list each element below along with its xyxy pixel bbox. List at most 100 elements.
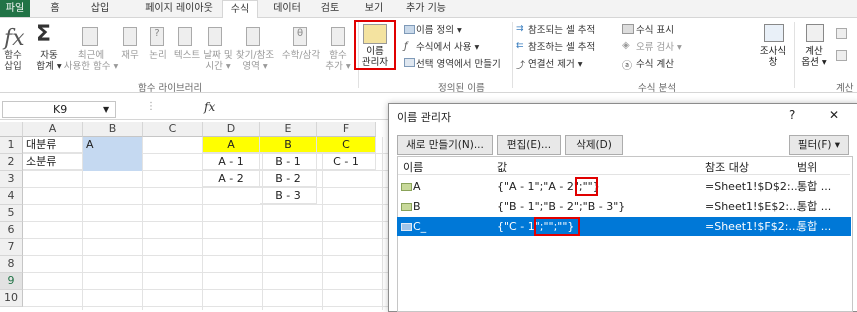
tab-view[interactable]: 보기 [360, 0, 388, 17]
trace-dependents-button[interactable]: 참조하는 셀 추적 [528, 39, 595, 53]
column-header-a[interactable]: A [23, 122, 83, 137]
watch-window-button[interactable]: 조사식 창 [756, 46, 790, 68]
create-from-selection-button[interactable]: 선택 영역에서 만들기 [416, 56, 501, 70]
trace-precedents-button[interactable]: 참조되는 셀 추적 [528, 22, 595, 36]
refers-to-a: =Sheet1!$D$2:... [705, 180, 802, 193]
row-header-5[interactable]: 5 [0, 205, 23, 222]
row-header-4[interactable]: 4 [0, 188, 23, 205]
tab-file[interactable]: 파일 [0, 0, 30, 17]
close-button[interactable]: ✕ [829, 108, 839, 122]
fx-icon: fx [4, 26, 25, 51]
column-header-b[interactable]: B [83, 122, 143, 137]
column-header-f[interactable]: F [317, 122, 376, 137]
create-from-selection-icon [404, 58, 415, 67]
select-all-corner[interactable] [0, 122, 23, 137]
trace-dependents-icon: ⇇ [516, 41, 524, 51]
insert-function-button[interactable]: 함수 삽입 [2, 50, 24, 72]
calculate-now-icon [836, 28, 847, 39]
row-header-1[interactable]: 1 [0, 137, 23, 154]
cell-b1[interactable]: A [83, 137, 143, 153]
text-functions-button[interactable]: 텍스트 [170, 50, 204, 61]
row-header-2[interactable]: 2 [0, 154, 23, 171]
cell-e1[interactable]: B [260, 137, 317, 153]
refers-to-c: =Sheet1!$F$2:... [705, 220, 799, 233]
calculate-sheet-icon [836, 50, 847, 61]
column-header-d[interactable]: D [203, 122, 260, 137]
scope-c: 통합 ... [797, 220, 832, 233]
error-checking-button[interactable]: 오류 검사 ▾ [636, 39, 682, 53]
tab-data[interactable]: 데이터 [268, 0, 306, 17]
delete-name-button[interactable]: 삭제(D) [565, 135, 623, 155]
column-value-header[interactable]: 값 [497, 159, 507, 175]
financial-button[interactable]: 재무 [118, 50, 142, 61]
cell-e3[interactable]: B - 2 [260, 171, 317, 187]
help-button[interactable]: ? [789, 108, 795, 122]
row-header-7[interactable]: 7 [0, 239, 23, 256]
cell-d2[interactable]: A - 1 [203, 154, 260, 170]
trace-precedents-icon: ⇉ [516, 24, 524, 34]
ribbon-tab-bar: 파일 홈 삽입 페이지 레이아웃 수식 데이터 검토 보기 추가 기능 [0, 0, 857, 18]
calculator-icon [806, 24, 824, 42]
math-trig-button[interactable]: 수학/삼각 [278, 50, 324, 61]
cell-a2[interactable]: 소분류 [23, 154, 83, 170]
value-c-prefix: {"C - 1 [497, 220, 535, 233]
annotation-highlight-empty-value-c [534, 217, 580, 236]
calculation-options-button[interactable]: 계산 옵션 ▾ [798, 46, 830, 68]
cell-e2[interactable]: B - 1 [260, 154, 317, 170]
row-header-3[interactable]: 3 [0, 171, 23, 188]
logical-button[interactable]: 논리 [146, 50, 170, 61]
edit-name-button[interactable]: 편집(E)... [497, 135, 561, 155]
tab-insert[interactable]: 삽입 [86, 0, 114, 17]
sigma-icon: Σ [36, 22, 52, 47]
date-time-button[interactable]: 날짜 및 시간 ▾ [202, 50, 234, 72]
ribbon-separator [512, 22, 513, 88]
autosum-button[interactable]: 자동 합계 ▾ [32, 50, 66, 72]
cell-d3[interactable]: A - 2 [203, 171, 260, 187]
tab-add-ins[interactable]: 추가 기능 [398, 0, 454, 17]
filter-button[interactable]: 필터(F) ▾ [789, 135, 849, 155]
column-refers-to-header[interactable]: 참조 대상 [705, 159, 749, 175]
name-tag-icon [401, 223, 412, 231]
refers-to-b: =Sheet1!$E$2:... [705, 200, 800, 213]
insert-function-icon[interactable]: fx [204, 100, 215, 114]
evaluate-formula-button[interactable]: 수식 계산 [636, 56, 674, 70]
column-header-c[interactable]: C [143, 122, 203, 137]
new-name-button[interactable]: 새로 만들기(N)... [397, 135, 493, 155]
row-header-10[interactable]: 10 [0, 290, 23, 307]
show-formulas-button[interactable]: 수식 표시 [636, 22, 674, 36]
row-header-9[interactable]: 9 [0, 273, 23, 290]
name-box-dropdown-icon[interactable]: ▼ [103, 102, 109, 117]
column-name-header[interactable]: 이름 [403, 159, 423, 175]
formula-bar-separator-dots: ⋮ [146, 101, 156, 112]
tab-page-layout[interactable]: 페이지 레이아웃 [138, 0, 220, 17]
scope-a: 통합 ... [797, 180, 832, 193]
recently-used-button[interactable]: 최근에 사용한 함수 ▾ [62, 50, 120, 72]
lookup-reference-button[interactable]: 찾기/참조 영역 ▾ [232, 50, 278, 72]
name-b: B [413, 200, 421, 213]
value-a-prefix: {"A - 1";"A - 2 [497, 180, 574, 193]
use-in-formula-button[interactable]: 수식에서 사용 ▾ [416, 39, 479, 53]
list-item[interactable]: A {"A - 1";"A - 2";""} =Sheet1!$D$2:... … [397, 177, 851, 196]
remove-arrows-button[interactable]: 연결선 제거 ▾ [528, 56, 583, 70]
list-item-selected[interactable]: C_ {"C - 1";"";""} =Sheet1!$F$2:... 통합 .… [397, 217, 851, 236]
error-checking-icon: ◈ [622, 40, 630, 51]
column-header-e[interactable]: E [260, 122, 317, 137]
row-header-6[interactable]: 6 [0, 222, 23, 239]
row-header-8[interactable]: 8 [0, 256, 23, 273]
value-b-prefix: {"B - 1";"B - 2";"B - 3"} [497, 200, 626, 213]
cell-f2[interactable]: C - 1 [317, 154, 376, 170]
show-formulas-icon [622, 24, 634, 34]
book-clock-icon [208, 27, 222, 46]
list-item[interactable]: B {"B - 1";"B - 2";"B - 3"} =Sheet1!$E$2… [397, 197, 851, 216]
cell-a1[interactable]: 대분류 [23, 137, 83, 153]
tab-formulas[interactable]: 수식 [222, 0, 258, 18]
tab-home[interactable]: 홈 [44, 0, 66, 17]
tab-review[interactable]: 검토 [316, 0, 344, 17]
cell-d1[interactable]: A [203, 137, 260, 153]
column-scope-header[interactable]: 범위 [797, 159, 817, 175]
cell-f1[interactable]: C [317, 137, 376, 153]
cell-e4[interactable]: B - 3 [260, 188, 317, 204]
name-box[interactable]: K9 ▼ [2, 101, 116, 118]
define-name-button[interactable]: 이름 정의 ▾ [416, 22, 462, 36]
more-functions-button[interactable]: 함수 추가 ▾ [324, 50, 352, 72]
